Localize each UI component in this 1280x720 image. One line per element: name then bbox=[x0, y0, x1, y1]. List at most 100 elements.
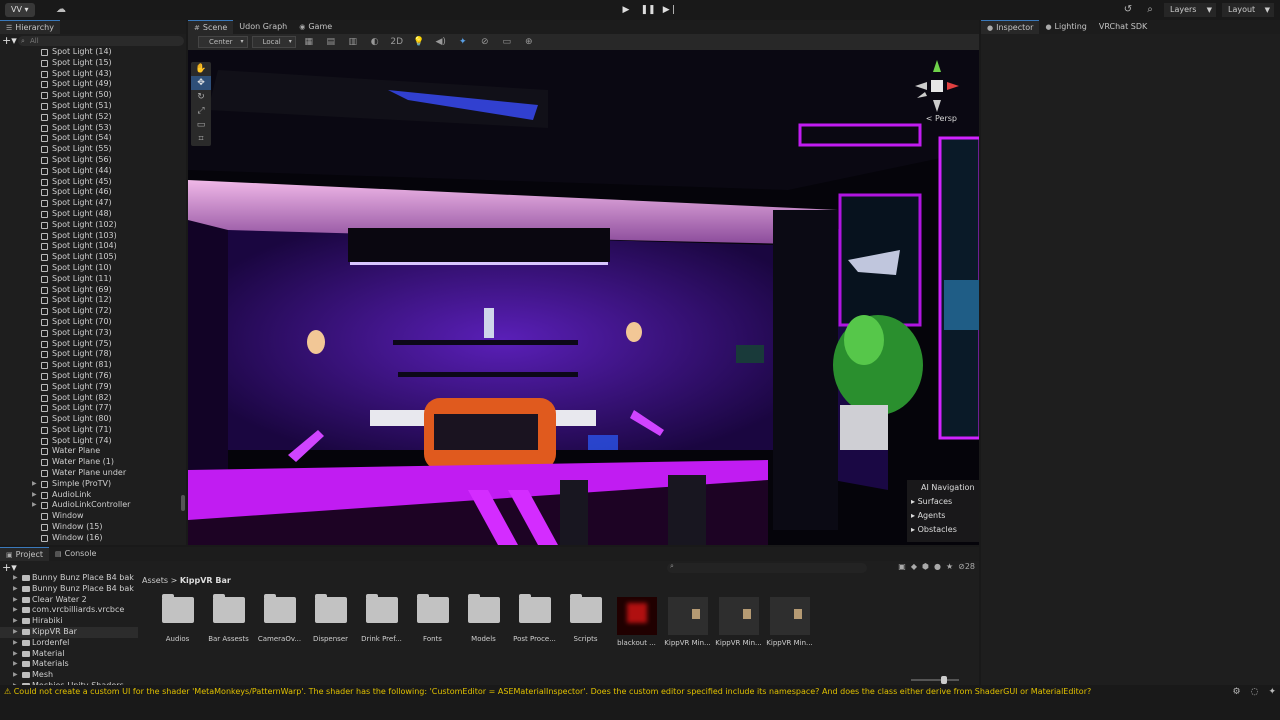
rotate-tool-icon[interactable]: ↻ bbox=[191, 90, 211, 104]
hierarchy-item[interactable]: Spot Light (47) bbox=[0, 198, 180, 209]
folder-tree-item[interactable]: ▶ Material bbox=[0, 649, 138, 660]
folder-tree-item[interactable]: ▶ Materials bbox=[0, 659, 138, 670]
hierarchy-item[interactable]: Water Plane (1) bbox=[0, 457, 180, 468]
hierarchy-item[interactable]: Spot Light (53) bbox=[0, 123, 180, 134]
layers-dropdown[interactable]: Layers ▼ bbox=[1164, 3, 1216, 17]
pause-icon[interactable]: ❚❚ bbox=[638, 3, 658, 17]
asset-folder[interactable]: Models bbox=[458, 594, 509, 647]
label-icon[interactable]: ◆ bbox=[911, 562, 917, 571]
search-icon[interactable]: ⌕ bbox=[1142, 3, 1158, 17]
folder-tree-item[interactable]: ▶ Mochies-Unity-Shaders- bbox=[0, 681, 138, 685]
hierarchy-item[interactable]: Spot Light (49) bbox=[0, 79, 180, 90]
camera-icon[interactable]: ▭ bbox=[498, 36, 516, 48]
hierarchy-item[interactable]: Window (20) bbox=[0, 544, 180, 545]
mode-2d-toggle[interactable]: 2D bbox=[388, 36, 406, 48]
hierarchy-item[interactable]: Spot Light (70) bbox=[0, 317, 180, 328]
hierarchy-item[interactable]: Spot Light (78) bbox=[0, 349, 180, 360]
expand-arrow-icon[interactable]: ▶ bbox=[32, 479, 37, 490]
expand-arrow-icon[interactable]: ▶ bbox=[13, 605, 18, 616]
expand-arrow-icon[interactable]: ▶ bbox=[13, 649, 18, 660]
ai-nav-obstacles[interactable]: ▸ Obstacles bbox=[907, 520, 979, 534]
hierarchy-item[interactable]: Spot Light (76) bbox=[0, 371, 180, 382]
hierarchy-item[interactable]: Spot Light (15) bbox=[0, 58, 180, 69]
step-icon[interactable]: ▶❘ bbox=[660, 3, 680, 17]
hierarchy-item[interactable]: Spot Light (71) bbox=[0, 425, 180, 436]
hierarchy-item[interactable]: Spot Light (56) bbox=[0, 155, 180, 166]
history-icon[interactable]: ↺ bbox=[1120, 3, 1136, 17]
hierarchy-item[interactable]: Spot Light (72) bbox=[0, 306, 180, 317]
info-icon[interactable]: ● bbox=[934, 562, 941, 571]
effects-icon[interactable]: ✦ bbox=[454, 36, 472, 48]
scene-viewport[interactable]: ✋ ✥ ↻ ⤢ ▭ ⌗ < Persp AI Navigation ▸ Surf… bbox=[188, 50, 979, 545]
tab-scene[interactable]: # Scene bbox=[188, 20, 234, 34]
play-icon[interactable]: ▶ bbox=[616, 3, 636, 17]
expand-arrow-icon[interactable]: ▶ bbox=[13, 681, 18, 685]
expand-arrow-icon[interactable]: ▶ bbox=[13, 659, 18, 670]
expand-arrow-icon[interactable]: ▶ bbox=[13, 573, 18, 584]
hierarchy-item[interactable]: Spot Light (45) bbox=[0, 177, 180, 188]
snap-icon[interactable]: ▤ bbox=[322, 36, 340, 48]
lighting-icon[interactable]: 💡 bbox=[410, 36, 428, 48]
tab-project[interactable]: ▣ Project bbox=[0, 547, 49, 561]
hierarchy-item[interactable]: Spot Light (11) bbox=[0, 274, 180, 285]
asset-folder[interactable]: Scripts bbox=[560, 594, 611, 647]
expand-arrow-icon[interactable]: ▶ bbox=[32, 490, 37, 501]
tab-game[interactable]: ◉ Game bbox=[293, 20, 338, 34]
move-tool-icon[interactable]: ✥ bbox=[191, 76, 211, 90]
hierarchy-item[interactable]: Water Plane bbox=[0, 446, 180, 457]
hierarchy-scrollbar[interactable] bbox=[181, 495, 185, 511]
expand-arrow-icon[interactable]: ▶ bbox=[32, 500, 37, 511]
folder-tree-item[interactable]: ▶ Mesh bbox=[0, 670, 138, 681]
ai-nav-surfaces[interactable]: ▸ Surfaces bbox=[907, 492, 979, 506]
visibility-icon[interactable]: ⊘ bbox=[476, 36, 494, 48]
transform-tool-icon[interactable]: ⌗ bbox=[191, 132, 211, 146]
tab-console[interactable]: ▤ Console bbox=[49, 547, 102, 561]
hierarchy-item[interactable]: Spot Light (80) bbox=[0, 414, 180, 425]
hierarchy-search-input[interactable]: All bbox=[18, 35, 184, 46]
folder-tree-item[interactable]: ▶ Clear Water 2 bbox=[0, 595, 138, 606]
hierarchy-item[interactable]: Spot Light (14) bbox=[0, 47, 180, 58]
hierarchy-item[interactable]: Spot Light (82) bbox=[0, 393, 180, 404]
asset-folder[interactable]: Dispenser bbox=[305, 594, 356, 647]
tab-udon-graph[interactable]: Udon Graph bbox=[233, 20, 293, 34]
hierarchy-item[interactable]: Spot Light (46) bbox=[0, 187, 180, 198]
hierarchy-item[interactable]: Spot Light (50) bbox=[0, 90, 180, 101]
breadcrumb-current[interactable]: KippVR Bar bbox=[180, 576, 231, 585]
grid-snap-icon[interactable]: ▦ bbox=[300, 36, 318, 48]
tab-lighting[interactable]: ● Lighting bbox=[1039, 20, 1092, 34]
space-dropdown[interactable]: Local bbox=[251, 36, 296, 48]
status-bar[interactable]: ⚠ Could not create a custom UI for the s… bbox=[0, 686, 1280, 698]
debug-icon[interactable]: ⚙ bbox=[1233, 686, 1241, 698]
project-search-input[interactable]: ⌕ bbox=[667, 562, 867, 573]
hand-tool-icon[interactable]: ✋ bbox=[191, 62, 211, 76]
asset-folder[interactable]: Drink Pref... bbox=[356, 594, 407, 647]
hierarchy-item[interactable]: ▶ AudioLink bbox=[0, 490, 180, 501]
asset-file[interactable]: KippVR Min... bbox=[662, 597, 713, 647]
hierarchy-item[interactable]: Spot Light (12) bbox=[0, 295, 180, 306]
asset-folder[interactable]: Audios bbox=[152, 594, 203, 647]
folder-tree-item[interactable]: ▶ Lordenfel bbox=[0, 638, 138, 649]
asset-file[interactable]: blackout ... bbox=[611, 597, 662, 647]
hierarchy-item[interactable]: ▶ Simple (ProTV) bbox=[0, 479, 180, 490]
tab-inspector[interactable]: ● Inspector bbox=[981, 20, 1040, 34]
tab-hierarchy[interactable]: ☰ Hierarchy bbox=[0, 20, 60, 34]
audio-icon[interactable]: ◀) bbox=[432, 36, 450, 48]
hierarchy-item[interactable]: Spot Light (43) bbox=[0, 69, 180, 80]
folder-tree-item[interactable]: ▶ KippVR Bar bbox=[0, 626, 138, 638]
hierarchy-item[interactable]: Spot Light (81) bbox=[0, 360, 180, 371]
rect-tool-icon[interactable]: ▭ bbox=[191, 118, 211, 132]
hierarchy-item[interactable]: Spot Light (52) bbox=[0, 112, 180, 123]
hierarchy-item[interactable]: Spot Light (75) bbox=[0, 339, 180, 350]
expand-arrow-icon[interactable]: ▶ bbox=[13, 584, 18, 595]
hierarchy-item[interactable]: Window (16) bbox=[0, 533, 180, 544]
folder-tree-item[interactable]: ▶ Bunny Bunz Place B4 bak bbox=[0, 573, 138, 584]
pivot-dropdown[interactable]: Center bbox=[198, 36, 248, 48]
hierarchy-item[interactable]: Spot Light (51) bbox=[0, 101, 180, 112]
expand-arrow-icon[interactable]: ▶ bbox=[13, 616, 18, 627]
hierarchy-item[interactable]: Water Plane under bbox=[0, 468, 180, 479]
folder-tree-item[interactable]: ▶ com.vrcbilliards.vrcbce bbox=[0, 605, 138, 616]
folder-tree-item[interactable]: ▶ Hirabiki bbox=[0, 616, 138, 627]
asset-folder[interactable]: Fonts bbox=[407, 594, 458, 647]
account-dropdown[interactable]: VV ▾ bbox=[5, 3, 35, 17]
hierarchy-item[interactable]: Spot Light (10) bbox=[0, 263, 180, 274]
